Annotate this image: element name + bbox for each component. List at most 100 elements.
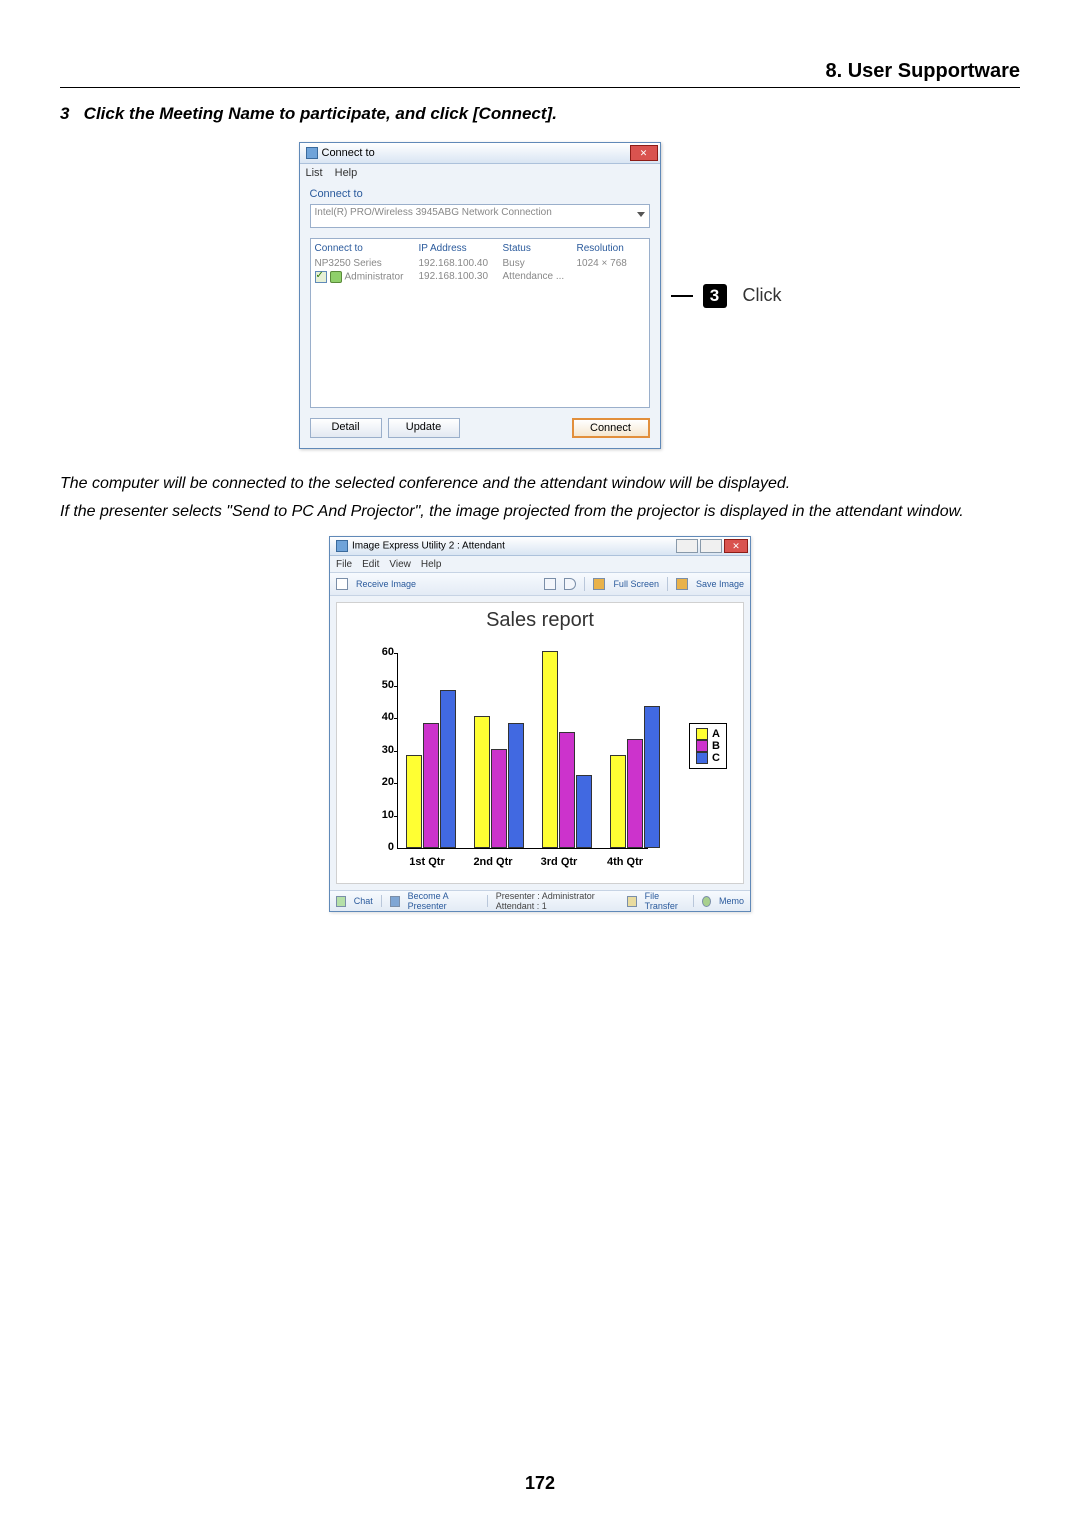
x-tick-label: 4th Qtr xyxy=(600,856,650,868)
fullscreen-icon xyxy=(593,578,605,590)
become-presenter-button[interactable]: Become A Presenter xyxy=(408,891,479,911)
titlebar: Connect to ✕ xyxy=(300,143,660,164)
bar xyxy=(440,690,456,848)
chart-plot: 01020304050601st Qtr2nd Qtr3rd Qtr4th Qt… xyxy=(397,653,648,849)
section-header: 8. User Supportware xyxy=(825,60,1020,82)
bar xyxy=(474,716,490,848)
menu-list[interactable]: List xyxy=(306,167,323,179)
chart-legend: ABC xyxy=(689,723,727,769)
legend-label: B xyxy=(712,740,720,752)
app-icon xyxy=(336,540,348,552)
bar xyxy=(627,739,643,848)
attendant-window: Image Express Utility 2 : Attendant ✕ Fi… xyxy=(329,536,751,912)
connect-dialog: Connect to ✕ List Help Connect to Intel(… xyxy=(299,142,661,449)
list-row[interactable]: NP3250 Series 192.168.100.40 Busy 1024 ×… xyxy=(315,258,645,269)
body-paragraph: If the presenter selects "Send to PC And… xyxy=(60,501,1020,523)
receive-icon xyxy=(336,578,348,590)
bar xyxy=(423,723,439,849)
y-tick-label: 60 xyxy=(374,646,394,658)
minimize-button[interactable] xyxy=(676,539,698,553)
statusbar: Chat Become A Presenter Presenter : Admi… xyxy=(330,890,750,911)
menu-view[interactable]: View xyxy=(389,559,411,570)
presenter-icon xyxy=(330,271,342,283)
bar xyxy=(508,723,524,849)
callout-badge: 3 xyxy=(703,284,727,308)
fullscreen-button[interactable]: Full Screen xyxy=(613,579,659,589)
close-button[interactable]: ✕ xyxy=(630,145,658,161)
window-title: Image Express Utility 2 : Attendant xyxy=(336,540,505,552)
bar xyxy=(644,706,660,848)
y-tick-label: 50 xyxy=(374,679,394,691)
y-tick-label: 0 xyxy=(374,841,394,853)
bar xyxy=(542,651,558,848)
chat-button[interactable]: Chat xyxy=(354,896,373,906)
memo-button[interactable]: Memo xyxy=(719,896,744,906)
close-icon: ✕ xyxy=(640,149,648,158)
network-adapter-dropdown[interactable]: Intel(R) PRO/Wireless 3945ABG Network Co… xyxy=(310,204,650,228)
menu-edit[interactable]: Edit xyxy=(362,559,379,570)
zoom-icon[interactable] xyxy=(544,578,556,590)
legend-swatch xyxy=(696,752,708,764)
col-ip: IP Address xyxy=(419,243,499,254)
x-tick-label: 1st Qtr xyxy=(402,856,452,868)
menu-help[interactable]: Help xyxy=(421,559,442,570)
update-button[interactable]: Update xyxy=(388,418,460,438)
file-transfer-icon xyxy=(627,896,636,907)
detail-button[interactable]: Detail xyxy=(310,418,382,438)
y-tick-label: 20 xyxy=(374,776,394,788)
row-checkbox[interactable] xyxy=(315,271,327,283)
chart-canvas: Sales report 01020304050601st Qtr2nd Qtr… xyxy=(336,602,744,884)
close-icon: ✕ xyxy=(732,542,740,551)
titlebar: Image Express Utility 2 : Attendant ✕ xyxy=(330,537,750,556)
legend-item: B xyxy=(696,740,720,752)
body-paragraph: The computer will be connected to the se… xyxy=(60,473,1020,495)
app-icon xyxy=(306,147,318,159)
receive-image-button[interactable]: Receive Image xyxy=(356,579,416,589)
presenter-info: Presenter : Administrator Attendant : 1 xyxy=(496,891,628,911)
menubar: List Help xyxy=(300,164,660,182)
legend-label: A xyxy=(712,728,720,740)
menu-help[interactable]: Help xyxy=(335,167,358,179)
bar xyxy=(610,755,626,848)
x-tick-label: 2nd Qtr xyxy=(468,856,518,868)
bar xyxy=(559,732,575,848)
connect-button[interactable]: Connect xyxy=(572,418,650,438)
bar-group xyxy=(474,716,524,848)
legend-swatch xyxy=(696,740,708,752)
callout-label: Click xyxy=(743,285,782,306)
connect-to-label: Connect to xyxy=(310,188,650,200)
menu-file[interactable]: File xyxy=(336,559,352,570)
connection-list: Connect to IP Address Status Resolution … xyxy=(310,238,650,408)
maximize-button[interactable] xyxy=(700,539,722,553)
bar-group xyxy=(406,690,456,848)
bar-group xyxy=(610,706,660,848)
close-button[interactable]: ✕ xyxy=(724,539,748,553)
page-number: 172 xyxy=(0,1473,1080,1494)
file-transfer-button[interactable]: File Transfer xyxy=(645,891,685,911)
chart-title: Sales report xyxy=(337,609,743,632)
presenter-icon xyxy=(390,896,400,907)
legend-item: A xyxy=(696,728,720,740)
pointer-icon[interactable] xyxy=(564,578,576,590)
y-tick-label: 40 xyxy=(374,711,394,723)
step-heading: 3 Click the Meeting Name to participate,… xyxy=(60,104,1020,124)
y-tick-label: 30 xyxy=(374,744,394,756)
bar xyxy=(491,749,507,849)
legend-swatch xyxy=(696,728,708,740)
legend-item: C xyxy=(696,752,720,764)
list-row[interactable]: Administrator 192.168.100.30 Attendance … xyxy=(315,271,645,283)
bar-group xyxy=(542,651,592,848)
window-title: Connect to xyxy=(306,147,375,159)
col-status: Status xyxy=(503,243,573,254)
step-number: 3 xyxy=(60,104,69,123)
save-image-button[interactable]: Save Image xyxy=(696,579,744,589)
step-text: Click the Meeting Name to participate, a… xyxy=(84,104,557,123)
chat-icon xyxy=(336,896,346,907)
col-connect-to: Connect to xyxy=(315,243,415,254)
callout-connector xyxy=(671,295,693,297)
toolbar: Receive Image Full Screen Save Image xyxy=(330,572,750,596)
col-resolution: Resolution xyxy=(577,243,647,254)
menubar: File Edit View Help xyxy=(330,556,750,572)
bar xyxy=(406,755,422,848)
memo-icon xyxy=(702,896,711,907)
